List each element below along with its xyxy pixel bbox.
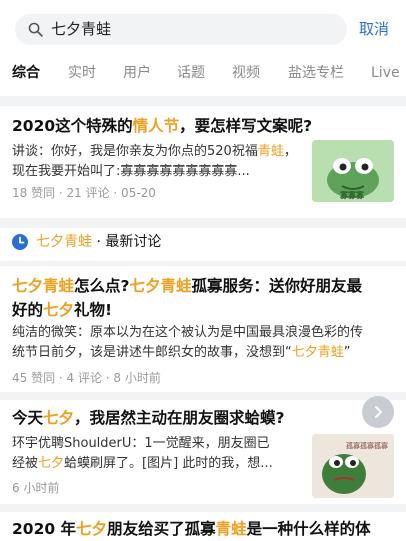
result-excerpt: 纯洁的微笑：原本以为在这个被认为是中国最具浪漫色彩的传 统节日前夕，该是讲述牛郎… [12, 325, 364, 360]
divider [0, 504, 406, 512]
tab-topics[interactable]: 话题 [177, 62, 205, 84]
tab-live[interactable]: Live [371, 62, 400, 84]
result-title[interactable]: 七夕青蛙怎么点?七夕青蛙孤寡服务：送你好朋友最 好的七夕礼物! [12, 274, 402, 322]
divider [0, 218, 406, 228]
divider [0, 392, 406, 400]
chevron-right-icon [375, 406, 382, 418]
clock-icon [12, 234, 28, 250]
tab-videos[interactable]: 视频 [232, 62, 260, 84]
result-meta: 18 赞同 · 21 评论 · 05-20 [12, 186, 156, 200]
search-icon [28, 22, 43, 37]
tab-bar: 综合 实时 用户 话题 视频 盐选专栏 Live [0, 58, 406, 96]
result-card[interactable]: 2020 年七夕朋友给买了孤寡青蛙是一种什么样的体 [0, 512, 406, 541]
tab-users[interactable]: 用户 [123, 62, 151, 84]
result-card[interactable]: 2020这个特殊的情人节，要怎样写文案呢? 讲谈：你好，我是你亲友为你点的520… [0, 106, 406, 218]
frog-thumbnail[interactable]: 孤寡孤寡孤寡 [312, 434, 394, 498]
tab-comprehensive[interactable]: 综合 [12, 62, 40, 84]
thumbnail-caption: 寡寡寡 [340, 191, 364, 200]
cancel-button[interactable]: 取消 [359, 18, 389, 40]
search-input[interactable]: 七夕青蛙 [15, 14, 347, 45]
search-query: 七夕青蛙 [51, 20, 112, 38]
result-meta: 6 小时前 [12, 481, 60, 495]
result-card[interactable]: 七夕青蛙怎么点?七夕青蛙孤寡服务：送你好朋友最 好的七夕礼物! 纯洁的微笑：原本… [0, 266, 406, 392]
thumbnail-caption: 孤寡孤寡孤寡 [346, 442, 388, 450]
search-bar: 七夕青蛙 取消 [0, 0, 406, 58]
result-card[interactable]: 今天七夕，我居然主动在朋友圈求蛤蟆? 环宇优聘ShoulderU：1一觉醒来，朋… [0, 400, 406, 504]
tab-realtime[interactable]: 实时 [68, 62, 96, 84]
scroll-button[interactable] [362, 396, 394, 428]
divider [0, 96, 406, 106]
result-title[interactable]: 今天七夕，我居然主动在朋友圈求蛤蟆? [12, 406, 285, 430]
section-title: 七夕青蛙 · 最新讨论 [36, 234, 162, 250]
result-title[interactable]: 2020 年七夕朋友给买了孤寡青蛙是一种什么样的体 [12, 517, 371, 541]
frog-thumbnail[interactable]: 寡寡寡 [312, 140, 394, 202]
result-excerpt: 环宇优聘ShoulderU：1一觉醒来，朋友圈已 经被七夕蛤蟆刷屏了。[图片] … [12, 436, 273, 471]
tab-salt-column[interactable]: 盐选专栏 [288, 62, 344, 84]
result-title[interactable]: 2020这个特殊的情人节，要怎样写文案呢? [12, 114, 312, 138]
result-meta: 45 赞同 · 4 评论 · 8 小时前 [12, 371, 161, 385]
result-excerpt: 讲谈：你好，我是你亲友为你点的520祝福青蛙，现在我要开始叫了:寡寡寡寡寡寡寡寡… [12, 144, 297, 179]
